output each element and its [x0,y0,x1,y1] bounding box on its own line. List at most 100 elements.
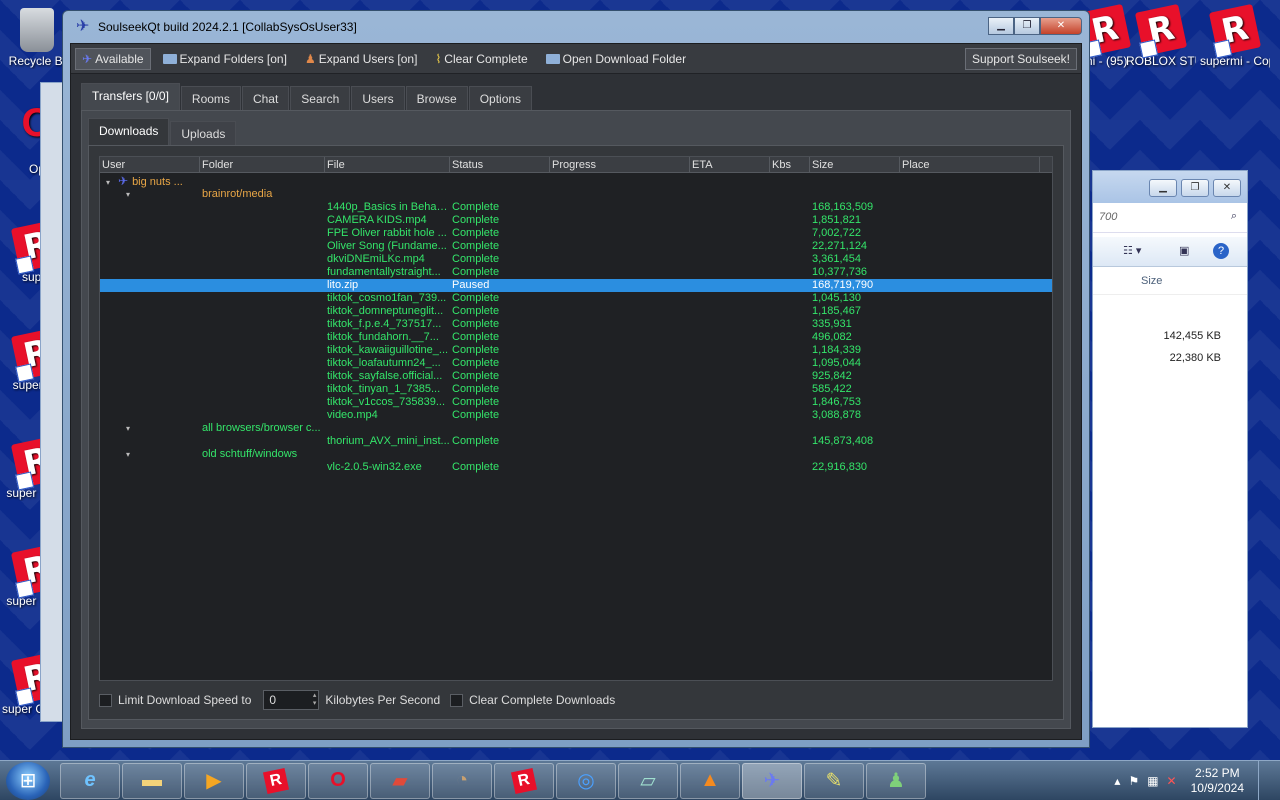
column-header-user[interactable]: User [100,157,200,172]
table-row[interactable]: tiktok_sayfalse.official... Complete 925,8… [100,370,1052,383]
titlebar[interactable]: ✈ SoulseekQt build 2024.2.1 [CollabSysOs… [70,11,1082,43]
help-icon[interactable]: ? [1213,243,1229,259]
column-header-kbs[interactable]: Kbs [770,157,810,172]
show-desktop-button[interactable] [1258,761,1270,800]
table-row[interactable]: fundamentallystraight... Complete 10,377,7… [100,266,1052,279]
gimp-icon[interactable]: ◔ [432,762,492,799]
column-header-file[interactable]: File [325,157,450,172]
start-button[interactable]: ⊞ [6,761,50,800]
support-soulseek-button[interactable]: Support Soulseek! [964,47,1077,70]
explorer-size-header[interactable]: Size [1093,267,1247,295]
close-icon[interactable]: ✕ [1213,179,1241,197]
tab-chat[interactable]: Chat [241,86,290,110]
folder-row[interactable]: ▾ old schtuff/windows [100,448,1052,461]
collapse-arrow-icon[interactable]: ▾ [126,448,138,461]
users-app-icon[interactable]: ♟ [866,762,926,799]
maximize-button[interactable]: ❐ [1014,17,1040,35]
close-button[interactable]: ✕ [1040,17,1082,35]
minimize-icon[interactable]: ▁ [1149,179,1177,197]
notepad-icon[interactable]: ▱ [618,762,678,799]
background-window-edge[interactable] [40,82,64,722]
soulseek-taskbar-icon[interactable]: ✈ [742,762,802,799]
explorer-search-field[interactable]: 700 ⌕ [1093,207,1247,233]
network-icon[interactable]: ▦ [1147,774,1158,788]
table-row[interactable]: dkviDNEmiLKc.mp4 Complete 3,361,454 [100,253,1052,266]
vlc-icon[interactable]: ▲ [680,762,740,799]
folder-row[interactable]: ▾ brainrot/media [100,188,1052,201]
table-row[interactable]: tiktok_domneptuneglit... Complete 1,185,46… [100,305,1052,318]
clear-complete-button[interactable]: ⌇ Clear Complete [429,48,533,70]
browser-icon[interactable]: ◎ [556,762,616,799]
table-header: User Folder File Status Progress ETA Kbs Size Pl… [100,157,1052,173]
open-download-folder-button[interactable]: Open Download Folder [540,48,692,70]
table-row[interactable]: CAMERA KIDS.mp4 Complete 1,851,821 [100,214,1052,227]
table-row[interactable]: 1440p_Basics in Behav... Complete 168,163,… [100,201,1052,214]
opera-icon[interactable]: O [308,762,368,799]
speed-limit-stepper[interactable]: 0 [263,690,320,710]
window-title: SoulseekQt build 2024.2.1 [CollabSysOsUs… [98,20,357,34]
user-row[interactable]: ▾ ✈ big nuts ... [100,175,1052,188]
search-icon[interactable]: ⌕ [1231,210,1237,223]
table-row[interactable]: Oliver Song (Fundame... Complete 22,271,12… [100,240,1052,253]
expand-folders-button[interactable]: Expand Folders [on] [157,48,293,70]
preview-pane-icon[interactable]: ▣ [1179,244,1189,257]
desktop-icon-roblox[interactable]: RROBLOX STUDIO [1126,3,1196,69]
table-row[interactable]: thorium_AVX_mini_inst... Complete 145,873,… [100,435,1052,448]
collapse-arrow-icon[interactable]: ▾ [106,176,118,188]
column-header-size[interactable]: Size [810,157,900,172]
desktop-icon-roblox[interactable]: Rsupermi - Copy (108) [1200,3,1270,69]
explorer-window[interactable]: ▁ ❐ ✕ 700 ⌕ ☷ ▾ ▣ ? Size 142,455 KB 22,3… [1092,170,1248,728]
tab-search[interactable]: Search [290,86,351,110]
flag-icon[interactable]: ⚑ [1128,774,1139,788]
collapse-arrow-icon[interactable]: ▾ [126,422,138,435]
table-row[interactable]: video.mp4 Complete 3,088,878 [100,409,1052,422]
table-row[interactable]: tiktok_fundahorn.__7... Complete 496,082 [100,331,1052,344]
collapse-arrow-icon[interactable]: ▾ [126,188,138,201]
file-explorer-icon[interactable]: ▬ [122,762,182,799]
column-header-progress[interactable]: Progress [550,157,690,172]
toolbox-icon[interactable]: ▰ [370,762,430,799]
subtab-uploads[interactable]: Uploads [170,121,237,145]
expand-users-button[interactable]: ♟ Expand Users [on] [299,48,423,70]
tab-users[interactable]: Users [351,86,405,110]
minimize-button[interactable]: ▁ [988,17,1014,35]
column-header-status[interactable]: Status [450,157,550,172]
clock[interactable]: 2:52 PM 10/9/2024 [1191,766,1244,796]
available-status-button[interactable]: ✈ Available [75,47,151,70]
subtab-downloads[interactable]: Downloads [88,118,170,145]
table-row[interactable]: tiktok_cosmo1fan_739... Complete 1,045,130 [100,292,1052,305]
tab-transfers[interactable]: Transfers [0/0] [81,83,180,110]
table-row[interactable]: tiktok_kawaiiguillotine_... Complete 1,184… [100,344,1052,357]
maximize-icon[interactable]: ❐ [1181,179,1209,197]
folder-row[interactable]: ▾ all browsers/browser c... [100,422,1052,435]
column-header-folder[interactable]: Folder [200,157,325,172]
soulseek-window[interactable]: ✈ SoulseekQt build 2024.2.1 [CollabSysOs… [62,10,1090,748]
table-row[interactable]: vlc-2.0.5-win32.exe Complete 22,916,830 [100,461,1052,474]
tab-options[interactable]: Options [468,86,533,110]
roblox-icon: R [1134,3,1188,57]
size-cell: 925,842 [812,370,852,382]
media-player-icon[interactable]: ▶ [184,762,244,799]
roblox-icon[interactable]: R [246,762,306,799]
tab-browse[interactable]: Browse [405,86,468,110]
table-row[interactable]: tiktok_f.p.e.4_737517... Complete 335,931 [100,318,1052,331]
chevron-up-icon[interactable]: ▴ [1114,774,1120,788]
internet-explorer-icon[interactable]: e [60,762,120,799]
limit-speed-checkbox[interactable] [99,693,112,707]
table-row[interactable]: FPE Oliver rabbit hole ... Complete 7,002,… [100,227,1052,240]
table-row[interactable]: tiktok_loafautumn24_... Complete 1,095,044 [100,357,1052,370]
table-row[interactable]: tiktok_tinyan_1_7385... Complete 585,422 [100,383,1052,396]
downloads-table[interactable]: User Folder File Status Progress ETA Kbs Size Pl… [99,156,1053,681]
roblox-studio-icon[interactable]: R [494,762,554,799]
table-row[interactable]: tiktok_v1ccos_735839... Complete 1,846,753 [100,396,1052,409]
column-header-eta[interactable]: ETA [690,157,770,172]
clear-complete-downloads-checkbox[interactable] [450,693,464,707]
view-options-icon[interactable]: ☷ ▾ [1123,244,1141,257]
volume-muted-icon[interactable]: ✕ [1167,774,1177,788]
roblox-icon: R [1208,3,1262,57]
explorer-titlebar[interactable]: ▁ ❐ ✕ [1093,171,1247,203]
column-header-place[interactable]: Place [900,157,1040,172]
table-row[interactable]: lito.zip Paused 168,719,790 [100,279,1052,292]
paint-tool-icon[interactable]: ✎ [804,762,864,799]
tab-rooms[interactable]: Rooms [180,86,241,110]
